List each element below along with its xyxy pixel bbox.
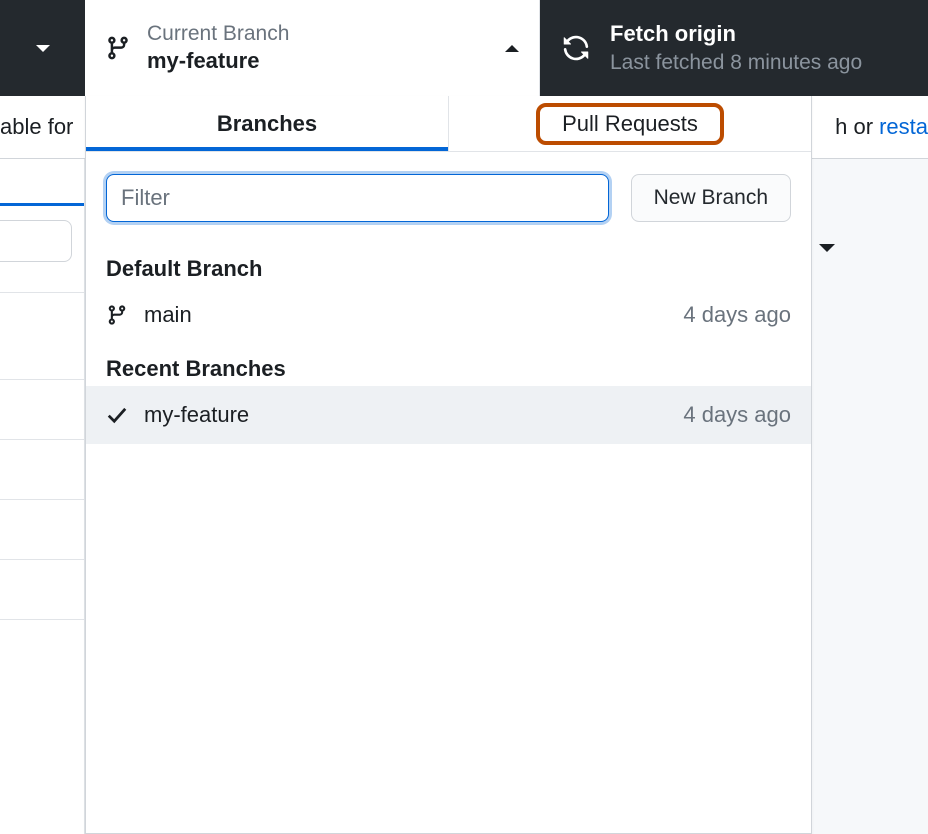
caret-up-icon [505, 45, 519, 52]
bg-tab-indicator [0, 159, 84, 206]
git-branch-icon [106, 304, 128, 326]
bg-text-right: h or resta [835, 114, 928, 140]
tab-branches-label: Branches [217, 111, 317, 137]
bg-text-left: able for [0, 114, 73, 140]
fetch-origin-button[interactable]: Fetch origin Last fetched 8 minutes ago [540, 0, 928, 96]
bg-text-fragment: h or [835, 114, 873, 140]
current-branch-selector[interactable]: Current Branch my-feature [85, 0, 540, 96]
repo-selector[interactable] [0, 0, 85, 96]
check-icon [106, 404, 128, 426]
current-branch-label: Current Branch [147, 20, 489, 47]
filter-row: New Branch [86, 152, 811, 244]
filter-input[interactable] [106, 174, 609, 222]
recent-branches-heading: Recent Branches [86, 344, 811, 386]
bg-row [0, 292, 84, 380]
git-branch-icon [105, 32, 131, 64]
branch-row-my-feature[interactable]: my-feature 4 days ago [86, 386, 811, 444]
default-branch-heading: Default Branch [86, 244, 811, 286]
tab-pull-requests-label: Pull Requests [536, 103, 724, 145]
dropdown-tabs: Branches Pull Requests [86, 96, 811, 152]
fetch-title: Fetch origin [610, 20, 862, 49]
branch-time-my-feature: 4 days ago [683, 402, 791, 428]
fetch-subtitle: Last fetched 8 minutes ago [610, 49, 862, 76]
bg-row [0, 560, 84, 620]
bg-row [0, 440, 84, 500]
tab-pull-requests[interactable]: Pull Requests [449, 96, 811, 151]
bg-link[interactable]: resta [879, 114, 928, 140]
background-right-panel [812, 159, 928, 834]
top-toolbar: Current Branch my-feature Fetch origin L… [0, 0, 928, 96]
tab-branches[interactable]: Branches [86, 96, 448, 151]
branch-dropdown-panel: Branches Pull Requests New Branch Defaul… [85, 96, 812, 834]
new-branch-button[interactable]: New Branch [631, 174, 791, 222]
current-branch-name: my-feature [147, 47, 489, 76]
branch-time-main: 4 days ago [683, 302, 791, 328]
bg-pill [0, 220, 72, 262]
bg-row [0, 380, 84, 440]
sync-icon [562, 34, 590, 62]
branch-name-main: main [144, 302, 667, 328]
branch-row-main[interactable]: main 4 days ago [86, 286, 811, 344]
fetch-labels: Fetch origin Last fetched 8 minutes ago [610, 20, 862, 76]
branch-labels: Current Branch my-feature [147, 20, 489, 76]
branch-name-my-feature: my-feature [144, 402, 667, 428]
chevron-down-icon [819, 244, 835, 252]
bg-row [0, 500, 84, 560]
caret-down-icon [36, 45, 50, 52]
background-sidebar [0, 159, 85, 834]
